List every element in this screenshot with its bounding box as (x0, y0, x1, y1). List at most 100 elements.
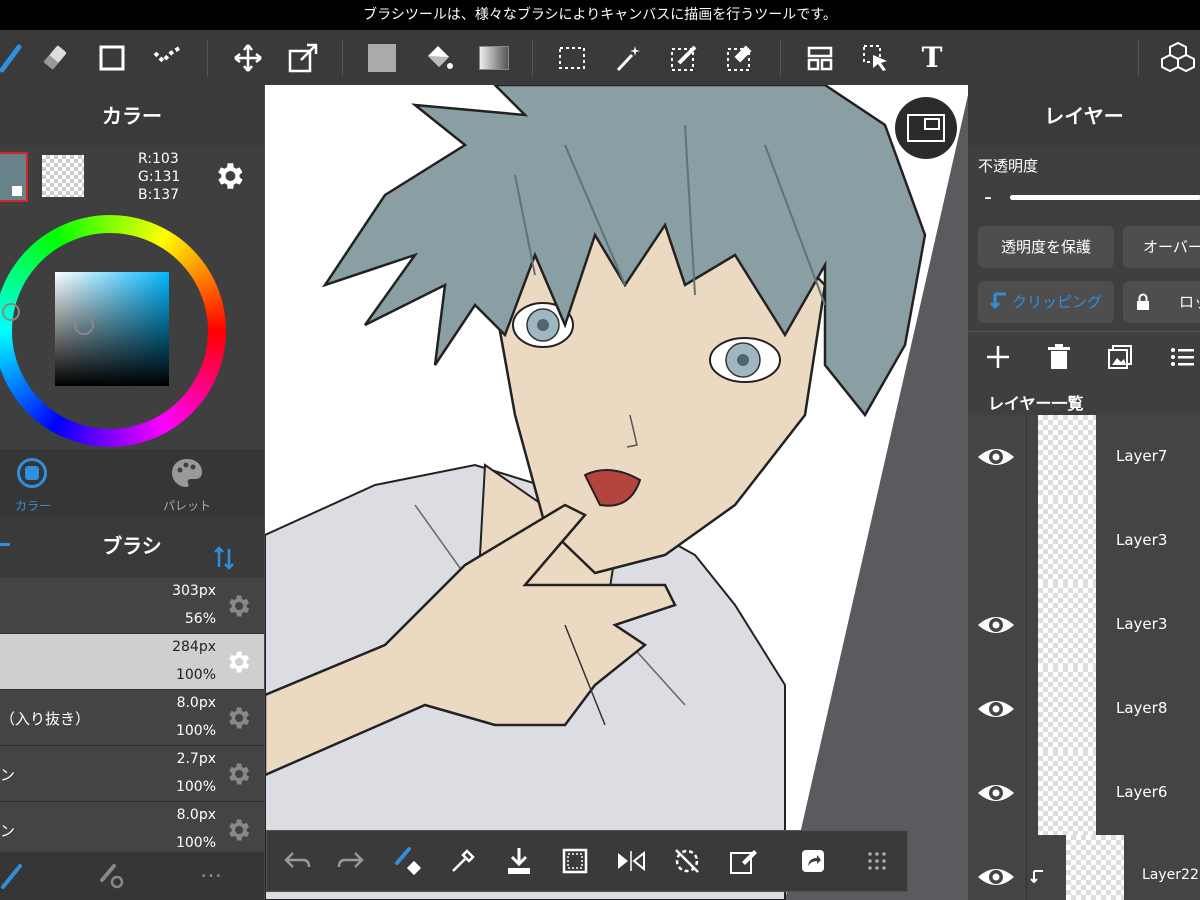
undo-icon[interactable] (275, 839, 319, 883)
status-bar: ブラシツールは、様々なブラシによりキャンバスに描画を行うツールです。 (0, 0, 1200, 30)
grid-menu-icon[interactable] (855, 839, 899, 883)
visibility-toggle[interactable] (968, 835, 1027, 900)
delete-layer-icon[interactable] (1046, 343, 1072, 375)
minus-icon[interactable] (0, 543, 10, 546)
fill-color-icon[interactable] (360, 30, 404, 85)
transform-icon[interactable] (281, 30, 325, 85)
brush-icon[interactable] (0, 862, 26, 894)
brush-item[interactable]: ン 8.0px 100% (0, 802, 264, 858)
brush-settings-gear-icon[interactable] (224, 592, 252, 624)
eye-icon[interactable] (976, 443, 1016, 471)
visibility-toggle[interactable] (968, 751, 1027, 835)
brush-size: 284px (172, 639, 216, 655)
select-rect-icon[interactable] (550, 30, 594, 85)
brush-item[interactable]: （入り抜き） 8.0px 100% (0, 690, 264, 746)
layer-thumbnail (1066, 835, 1124, 900)
blend-mode-button[interactable]: オーバーレイ (1123, 226, 1200, 268)
brush-item[interactable]: 303px 56% (0, 578, 264, 634)
move-icon[interactable] (226, 30, 270, 85)
square-icon[interactable] (90, 30, 134, 85)
share-icon[interactable] (791, 839, 835, 883)
layer-row[interactable]: Layer3 (968, 499, 1200, 584)
material-icon[interactable] (1156, 30, 1200, 85)
layout-icon[interactable] (798, 30, 842, 85)
eye-icon[interactable] (976, 695, 1016, 723)
text-icon[interactable]: T (910, 30, 954, 85)
eye-hidden-icon[interactable] (976, 527, 1016, 555)
redo-icon[interactable] (329, 839, 373, 883)
eye-icon[interactable] (976, 611, 1016, 639)
divider (968, 331, 1200, 332)
opacity-slider[interactable] (1010, 195, 1200, 200)
dot-tool-icon[interactable] (146, 30, 190, 85)
brush-settings-gear-icon[interactable] (224, 816, 252, 848)
lock-button[interactable]: ロック (1123, 281, 1200, 323)
protect-alpha-button[interactable]: 透明度を保護 (978, 226, 1114, 268)
brush-item[interactable]: ン 2.7px 100% (0, 746, 264, 802)
save-download-icon[interactable] (497, 839, 541, 883)
visibility-toggle[interactable] (968, 667, 1027, 751)
hue-cursor[interactable] (2, 303, 20, 321)
eyedropper-icon[interactable] (441, 839, 485, 883)
layer-row[interactable]: Layer7 (968, 415, 1200, 500)
layer-row[interactable]: Layer3 (968, 583, 1200, 668)
canvas-area[interactable] (265, 85, 968, 900)
selection-display-icon[interactable] (553, 839, 597, 883)
opacity-minus-button[interactable]: - (984, 185, 992, 210)
select-move-icon[interactable] (854, 30, 898, 85)
brush-settings-gear-icon[interactable] (224, 760, 252, 792)
brush-size: 303px (172, 583, 216, 599)
tab-color[interactable]: カラー (0, 449, 132, 515)
status-message: ブラシツールは、様々なブラシによりキャンバスに描画を行うツールです。 (363, 7, 837, 23)
layer-image-icon[interactable] (1106, 343, 1134, 375)
brush-item[interactable]: 284px 100% (0, 634, 264, 690)
primary-color-swatch[interactable] (0, 152, 28, 202)
brush-settings-gear-icon[interactable] (224, 648, 252, 680)
eraser-icon[interactable] (34, 30, 78, 85)
secondary-color-swatch[interactable] (42, 155, 84, 197)
edit-selection-icon[interactable] (721, 839, 765, 883)
layer-thumbnail (1038, 415, 1096, 499)
layer-row[interactable]: Layer8 (968, 667, 1200, 752)
blue-value: B:137 (138, 187, 180, 203)
brush-icon[interactable] (0, 30, 34, 85)
bucket-icon[interactable] (416, 30, 460, 85)
layer-row[interactable]: Layer6 (968, 751, 1200, 836)
gear-icon[interactable] (212, 159, 246, 197)
canvas-artwork[interactable] (265, 85, 968, 900)
tab-palette[interactable]: パレット (132, 449, 264, 515)
toolbar-divider (1138, 40, 1139, 76)
rotate-reset-icon[interactable] (665, 839, 709, 883)
saturation-square[interactable] (55, 272, 169, 386)
clipping-button[interactable]: クリッピング (978, 281, 1114, 323)
blend-mode-label: オーバーレイ (1143, 238, 1200, 256)
brush-settings-gear-icon[interactable] (224, 704, 252, 736)
brush-settings-icon[interactable] (98, 862, 126, 894)
brush-name: （入り抜き） (0, 710, 91, 728)
eye-icon[interactable] (976, 863, 1016, 891)
visibility-toggle[interactable] (968, 499, 1027, 583)
select-pen-icon[interactable] (662, 30, 706, 85)
toolbar-divider (342, 40, 343, 76)
layer-panel-header: レイヤー (968, 85, 1200, 147)
more-icon[interactable]: … (200, 858, 222, 883)
brush-eraser-toggle-icon[interactable] (385, 839, 429, 883)
flip-horizontal-icon[interactable] (609, 839, 653, 883)
brush-opacity: 100% (175, 835, 216, 851)
layer-row[interactable]: Layer22 (968, 835, 1200, 900)
visibility-toggle[interactable] (968, 415, 1027, 499)
clipping-indicator-icon (1030, 870, 1043, 884)
navigator-button[interactable] (895, 97, 957, 159)
magic-wand-icon[interactable] (606, 30, 650, 85)
gradient-icon[interactable] (472, 30, 516, 85)
color-picker[interactable] (0, 207, 264, 449)
add-layer-icon[interactable] (984, 343, 1012, 375)
layer-menu-icon[interactable] (1168, 343, 1196, 375)
bottom-toolbar (266, 830, 908, 892)
select-eraser-icon[interactable] (718, 30, 762, 85)
visibility-toggle[interactable] (968, 583, 1027, 667)
eye-icon[interactable] (976, 779, 1016, 807)
toolbar-divider (532, 40, 533, 76)
main-toolbar: T (0, 30, 1200, 85)
sv-cursor[interactable] (74, 315, 94, 335)
